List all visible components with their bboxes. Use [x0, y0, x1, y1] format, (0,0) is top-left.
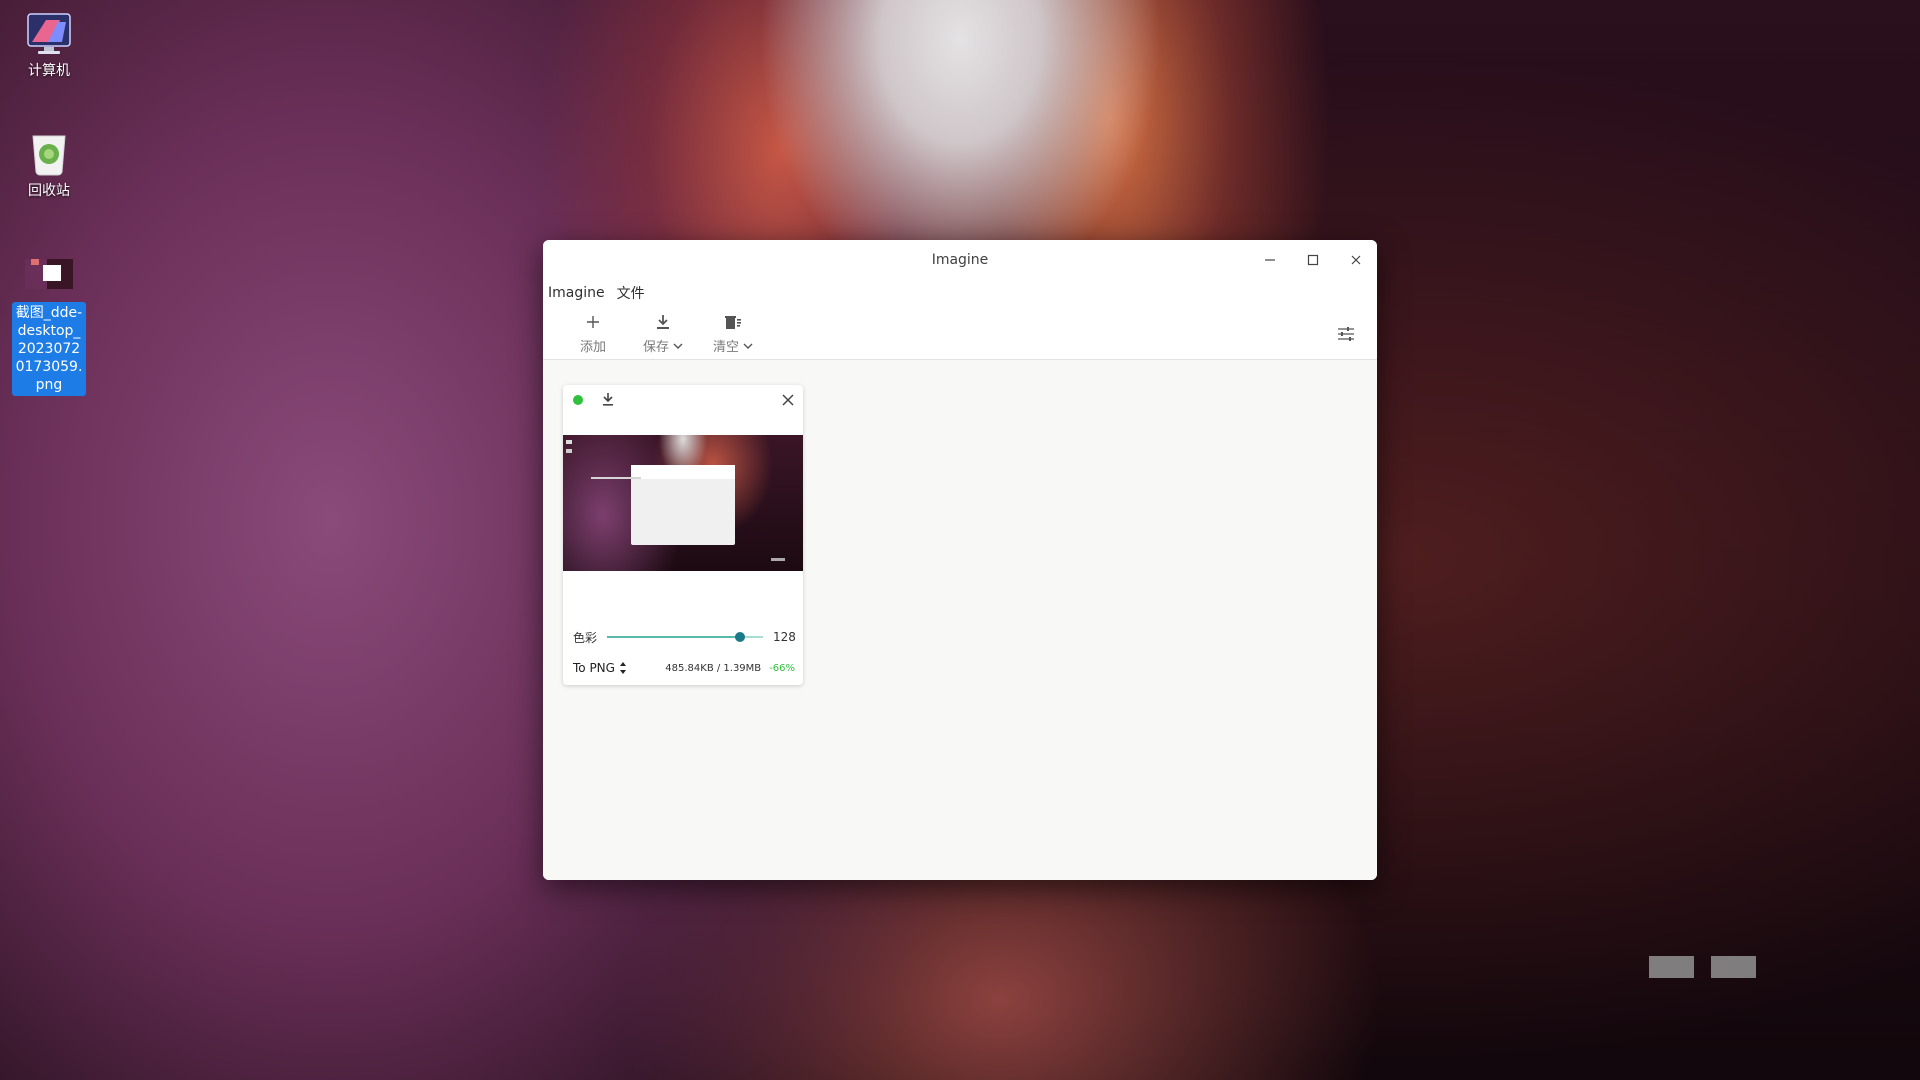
- minimize-button[interactable]: [1248, 240, 1291, 280]
- desktop-icon-computer[interactable]: 计算机: [12, 10, 86, 80]
- image-file-icon: [25, 250, 73, 298]
- plus-icon: [586, 312, 600, 332]
- computer-icon: [25, 10, 73, 58]
- clear-label: 清空: [712, 340, 739, 355]
- menu-file[interactable]: 文件: [617, 283, 645, 303]
- settings-button[interactable]: [1337, 326, 1355, 346]
- slider-handle[interactable]: [734, 632, 745, 642]
- desktop-icon-label: 计算机: [28, 63, 70, 79]
- desktop-icon-screenshot-file[interactable]: 截图_dde-desktop_20230720173059.png: [12, 250, 86, 396]
- card-save-button[interactable]: [601, 392, 615, 412]
- save-label: 保存: [642, 340, 669, 355]
- window-title: Imagine: [931, 252, 989, 268]
- menubar: Imagine 文件: [543, 280, 1377, 306]
- close-icon: [782, 394, 794, 406]
- format-select[interactable]: To PNG: [573, 661, 627, 675]
- chevron-down-icon[interactable]: [743, 342, 753, 350]
- updown-icon: [619, 662, 626, 674]
- imagine-window: Imagine Imagine 文件 添加 保存 清空 色彩 128 To PN…: [543, 240, 1377, 880]
- slider-label: 色彩: [573, 630, 598, 645]
- minimize-icon: [1264, 259, 1275, 261]
- image-thumbnail[interactable]: [563, 435, 803, 571]
- card-remove-button[interactable]: [781, 392, 795, 411]
- sliders-icon: [1338, 327, 1354, 341]
- close-button[interactable]: [1334, 240, 1377, 280]
- toolbar: 添加 保存 清空: [543, 306, 1377, 360]
- desktop-icon-trash[interactable]: 回收站: [12, 130, 86, 200]
- trash-list-icon: [724, 312, 742, 332]
- size-reduction: -66%: [769, 662, 795, 674]
- maximize-icon: [1307, 254, 1318, 266]
- add-button[interactable]: 添加: [558, 306, 628, 355]
- desktop-icon-label: 截图_dde-desktop_20230720173059.png: [12, 302, 86, 396]
- add-label: 添加: [579, 340, 606, 355]
- card-header: [563, 385, 803, 435]
- file-sizes: 485.84KB / 1.39MB: [665, 662, 762, 674]
- download-icon: [656, 312, 670, 332]
- slider-value: 128: [773, 630, 796, 644]
- download-icon: [603, 393, 613, 406]
- desktop-widget-right: [1711, 956, 1756, 978]
- desktop-widget-left: [1649, 956, 1694, 978]
- close-icon: [1351, 255, 1360, 265]
- chevron-down-icon[interactable]: [673, 342, 683, 350]
- menu-imagine[interactable]: Imagine: [548, 285, 605, 301]
- titlebar[interactable]: Imagine: [543, 240, 1377, 280]
- image-card: 色彩 128 To PNG 485.84KB / 1.39MB -66%: [563, 385, 803, 685]
- status-indicator: [573, 395, 583, 405]
- image-list-area: 色彩 128 To PNG 485.84KB / 1.39MB -66%: [543, 361, 1377, 880]
- format-label: To PNG: [573, 661, 615, 675]
- format-row: To PNG 485.84KB / 1.39MB -66%: [573, 659, 795, 677]
- maximize-button[interactable]: [1291, 240, 1334, 280]
- clear-button[interactable]: 清空: [698, 306, 768, 355]
- color-slider[interactable]: [607, 632, 763, 642]
- desktop-icon-label: 回收站: [28, 183, 70, 199]
- window-controls: [1248, 240, 1377, 280]
- trash-icon: [25, 130, 73, 178]
- save-button[interactable]: 保存: [628, 306, 698, 355]
- color-slider-row: 色彩 128: [573, 629, 796, 645]
